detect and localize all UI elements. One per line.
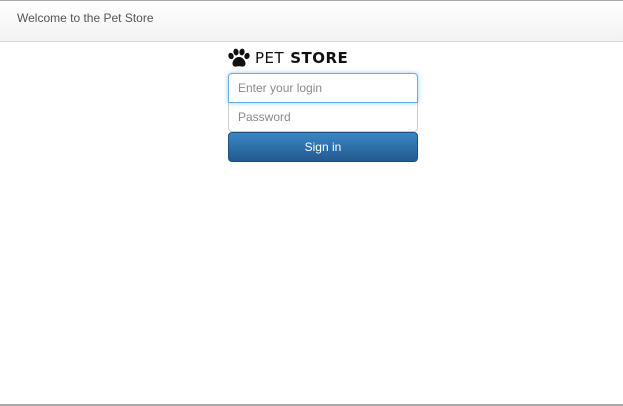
paw-icon	[228, 48, 250, 67]
sign-in-button[interactable]: Sign in	[228, 132, 418, 162]
top-navbar: Welcome to the Pet Store	[0, 1, 623, 42]
navbar-brand-link[interactable]: Welcome to the Pet Store	[17, 10, 154, 26]
page: Welcome to the Pet Store PET STORE Sign …	[0, 0, 623, 406]
logo-pet-text: PET	[255, 49, 285, 67]
login-input[interactable]	[228, 73, 418, 103]
logo-store-text: STORE	[290, 49, 349, 67]
pet-store-logo: PET STORE	[227, 47, 348, 69]
login-form: Sign in	[228, 73, 418, 162]
password-input[interactable]	[228, 102, 418, 132]
